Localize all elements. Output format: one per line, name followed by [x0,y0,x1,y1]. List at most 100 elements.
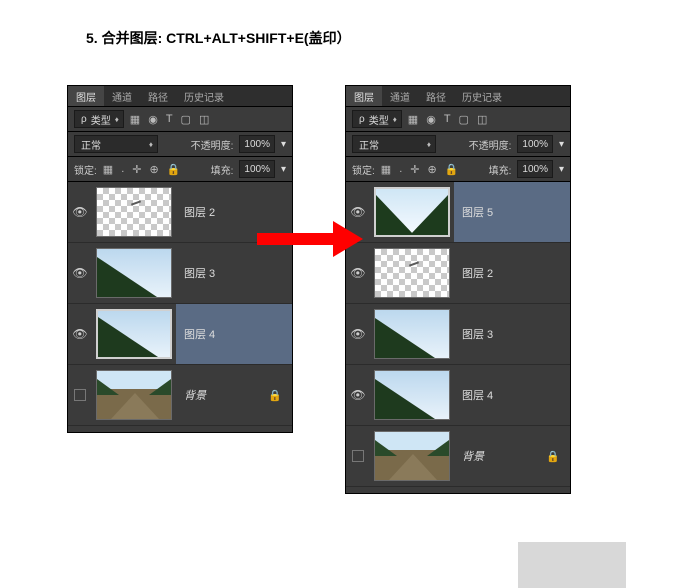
layer-thumbnail[interactable] [370,426,454,486]
layer-list-before: 👁图层 2👁图层 3👁图层 4背景🔒 [68,182,292,432]
lock-transparent-icon[interactable]: ▦ [103,163,113,176]
lock-icons: ▦ . ✛ ⊕ 🔒 [381,163,459,176]
eye-icon: 👁 [350,388,365,402]
lock-artboard-icon[interactable]: ⊕ [149,163,158,176]
eye-icon: 👁 [72,327,87,341]
layer-row[interactable]: 背景🔒 [346,426,570,487]
lock-position-icon[interactable]: ✛ [410,163,419,176]
lock-artboard-icon[interactable]: ⊕ [427,163,436,176]
fill-value[interactable]: 100% [517,160,553,178]
chevron-down-icon: ♦ [115,115,119,124]
layer-row[interactable]: 👁 图层 5 [346,182,570,243]
layer-row[interactable]: 👁 图层 4 [346,365,570,426]
filter-value: 类型 [369,112,389,127]
layer-thumbnail[interactable] [92,243,176,303]
layer-row[interactable]: 👁 图层 2 [346,243,570,304]
pixel-filter-icon[interactable]: ▦ [408,113,418,126]
lock-pixels-icon[interactable]: . [399,163,402,176]
layer-thumbnail[interactable] [92,182,176,242]
layer-row[interactable]: 👁 图层 4 [68,304,292,365]
smart-filter-icon[interactable]: ◫ [199,113,209,126]
visibility-toggle[interactable]: 👁 [68,266,92,280]
panels-area: 图层 通道 路径 历史记录 ρ 类型 ♦ ▦ ◉ T ▢ ◫ 正常 ♦ [0,48,687,546]
chevron-down-icon[interactable]: ▾ [281,164,286,175]
eye-icon: 👁 [72,205,87,219]
opacity-label: 不透明度: [191,137,234,152]
visibility-toggle[interactable]: 👁 [68,205,92,219]
panel-tabbar: 图层 通道 路径 历史记录 [346,86,570,107]
tab-paths[interactable]: 路径 [418,86,454,106]
tab-layers[interactable]: 图层 [346,86,382,106]
opacity-value[interactable]: 100% [239,135,275,153]
visibility-toggle[interactable] [346,450,370,462]
chevron-down-icon[interactable]: ▾ [281,139,286,150]
blend-select[interactable]: 正常 ♦ [74,135,158,153]
lock-icons: ▦ . ✛ ⊕ 🔒 [103,163,181,176]
layer-name[interactable]: 图层 5 [454,182,570,242]
visibility-toggle[interactable]: 👁 [346,266,370,280]
layer-name[interactable]: 图层 4 [176,304,292,364]
blend-select[interactable]: 正常 ♦ [352,135,436,153]
visibility-toggle[interactable]: 👁 [346,205,370,219]
layer-thumbnail[interactable] [370,304,454,364]
type-filter-icon[interactable]: T [166,113,173,126]
opacity-value[interactable]: 100% [517,135,553,153]
pixel-filter-icon[interactable]: ▦ [130,113,140,126]
lock-all-icon[interactable]: 🔒 [167,163,181,176]
layer-thumbnail[interactable] [370,365,454,425]
adjust-filter-icon[interactable]: ◉ [426,113,436,126]
layers-panel-before: 图层 通道 路径 历史记录 ρ 类型 ♦ ▦ ◉ T ▢ ◫ 正常 ♦ [68,86,292,432]
chevron-down-icon[interactable]: ▾ [559,139,564,150]
chevron-down-icon[interactable]: ▾ [559,164,564,175]
layer-name[interactable]: 背景🔒 [176,365,292,425]
lock-row: 锁定: ▦ . ✛ ⊕ 🔒 填充: 100% ▾ [346,157,570,182]
lock-position-icon[interactable]: ✛ [132,163,141,176]
layer-thumbnail[interactable] [92,365,176,425]
shape-filter-icon[interactable]: ▢ [181,113,191,126]
tab-history[interactable]: 历史记录 [176,86,232,106]
layer-name[interactable]: 图层 4 [454,365,570,425]
layer-thumbnail[interactable] [370,182,454,242]
layers-panel-after: 图层 通道 路径 历史记录 ρ 类型 ♦ ▦ ◉ T ▢ ◫ 正常 ♦ [346,86,570,493]
visibility-toggle[interactable]: 👁 [346,388,370,402]
filter-row: ρ 类型 ♦ ▦ ◉ T ▢ ◫ [346,107,570,132]
layer-name[interactable]: 背景🔒 [454,426,570,486]
filter-row: ρ 类型 ♦ ▦ ◉ T ▢ ◫ [68,107,292,132]
visibility-toggle[interactable]: 👁 [346,327,370,341]
layer-thumbnail[interactable] [370,243,454,303]
layer-thumbnail[interactable] [92,304,176,364]
filter-select[interactable]: ρ 类型 ♦ [352,110,402,128]
tab-paths[interactable]: 路径 [140,86,176,106]
lock-all-icon[interactable]: 🔒 [445,163,459,176]
blend-row: 正常 ♦ 不透明度: 100% ▾ [68,132,292,157]
adjust-filter-icon[interactable]: ◉ [148,113,158,126]
filter-value: 类型 [91,112,111,127]
tab-history[interactable]: 历史记录 [454,86,510,106]
panel-tabbar: 图层 通道 路径 历史记录 [68,86,292,107]
lock-icon: 🔒 [268,389,282,402]
filter-select[interactable]: ρ 类型 ♦ [74,110,124,128]
tab-layers[interactable]: 图层 [68,86,104,106]
layer-name[interactable]: 图层 3 [454,304,570,364]
smart-filter-icon[interactable]: ◫ [477,113,487,126]
layer-name[interactable]: 图层 2 [454,243,570,303]
lock-transparent-icon[interactable]: ▦ [381,163,391,176]
lock-pixels-icon[interactable]: . [121,163,124,176]
layer-row[interactable]: 背景🔒 [68,365,292,426]
type-filter-icon[interactable]: T [444,113,451,126]
search-icon: ρ [359,114,365,125]
shape-filter-icon[interactable]: ▢ [459,113,469,126]
visibility-toggle[interactable]: 👁 [68,327,92,341]
fill-label: 填充: [489,162,512,177]
blend-value: 正常 [81,137,101,152]
doc-title: 5. 合并图层: CTRL+ALT+SHIFT+E(盖印） [0,0,687,48]
tab-channels[interactable]: 通道 [382,86,418,106]
chevron-down-icon: ♦ [427,140,431,149]
tab-channels[interactable]: 通道 [104,86,140,106]
lock-row: 锁定: ▦ . ✛ ⊕ 🔒 填充: 100% ▾ [68,157,292,182]
decorative-block [518,542,626,588]
fill-value[interactable]: 100% [239,160,275,178]
blend-row: 正常 ♦ 不透明度: 100% ▾ [346,132,570,157]
layer-row[interactable]: 👁 图层 3 [346,304,570,365]
visibility-toggle[interactable] [68,389,92,401]
